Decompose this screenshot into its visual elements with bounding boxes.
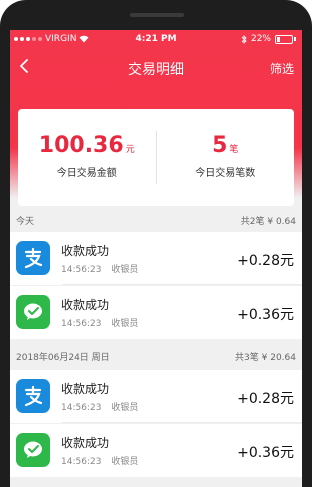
transaction-amount: +0.36元 [237,445,294,461]
section-date: 2018年06月24日 周日 [16,353,110,363]
transaction-time: 14:56:23 [61,265,102,275]
alipay-icon [16,241,50,275]
amount-summary: 100.36 元 今日交易金额 [18,109,156,206]
transaction-meta: 14:56:23 收银员 [61,262,138,275]
amount-value-line: 100.36 元 [18,133,156,158]
count-summary: 5笔 今日交易笔数 [157,109,295,206]
screen: VIRGIN 4:21 PM 22% 交易明细 筛选 100.36 元 今日交易… [10,30,302,487]
wechat-pay-icon [16,433,50,467]
status-right: 22% [241,34,296,44]
battery-percent: 22% [250,34,271,44]
date-section-header: 2018年06月24日 周日 共3笔 ¥ 20.64 [10,342,302,368]
transaction-operator: 收银员 [111,265,139,275]
section-stats: 共3笔 ¥ 20.64 [235,353,296,363]
today-amount: 100.36 [38,133,124,158]
transaction-amount: +0.36元 [237,307,294,323]
transaction-title: 收款成功 [61,244,110,258]
count-value-line: 5笔 [157,133,295,158]
transaction-amount: +0.28元 [237,391,294,407]
amount-label: 今日交易金额 [56,168,117,179]
transaction-time: 14:56:23 [61,319,102,329]
filter-button[interactable]: 筛选 [270,60,294,77]
status-bar: VIRGIN 4:21 PM 22% [10,30,302,50]
page-title: 交易明细 [128,62,184,78]
alipay-icon [16,379,50,413]
transaction-row[interactable]: 收款成功 14:56:23 收银员 +0.36元 [10,424,302,477]
phone-frame: VIRGIN 4:21 PM 22% 交易明细 筛选 100.36 元 今日交易… [0,0,312,487]
count-label: 今日交易笔数 [195,168,256,179]
transaction-operator: 收银员 [111,457,139,467]
transaction-meta: 14:56:23 收银员 [61,316,138,329]
navigation-bar: 交易明细 筛选 [10,52,302,82]
transaction-operator: 收银员 [111,319,139,329]
transaction-title: 收款成功 [61,436,110,450]
transaction-time: 14:56:23 [61,403,102,413]
summary-card: 100.36 元 今日交易金额 5笔 今日交易笔数 [18,109,294,206]
transaction-meta: 14:56:23 收银员 [61,400,138,413]
section-stats: 共2笔 ¥ 0.64 [240,217,296,227]
battery-icon [275,34,293,44]
phone-speaker [130,13,184,17]
section-date: 今天 [16,217,35,227]
transaction-title: 收款成功 [61,382,110,396]
transaction-row[interactable]: 收款成功 14:56:23 收银员 +0.28元 [10,370,302,423]
transaction-time: 14:56:23 [61,457,102,467]
transaction-title: 收款成功 [61,298,110,312]
row-divider [62,284,302,285]
row-divider [62,422,302,423]
transaction-amount: +0.28元 [237,253,294,269]
count-unit: 笔 [229,145,239,155]
battery-cap [294,37,296,41]
transaction-meta: 14:56:23 收银员 [61,454,138,467]
amount-unit: 元 [125,145,135,155]
wechat-pay-icon [16,295,50,329]
today-count: 5 [212,133,228,158]
bluetooth-icon [241,34,247,44]
transaction-row[interactable]: 收款成功 14:56:23 收银员 +0.36元 [10,286,302,339]
transaction-row[interactable]: 收款成功 14:56:23 收银员 +0.28元 [10,232,302,285]
date-section-header: 今天 共2笔 ¥ 0.64 [10,206,302,232]
transaction-operator: 收银员 [111,403,139,413]
